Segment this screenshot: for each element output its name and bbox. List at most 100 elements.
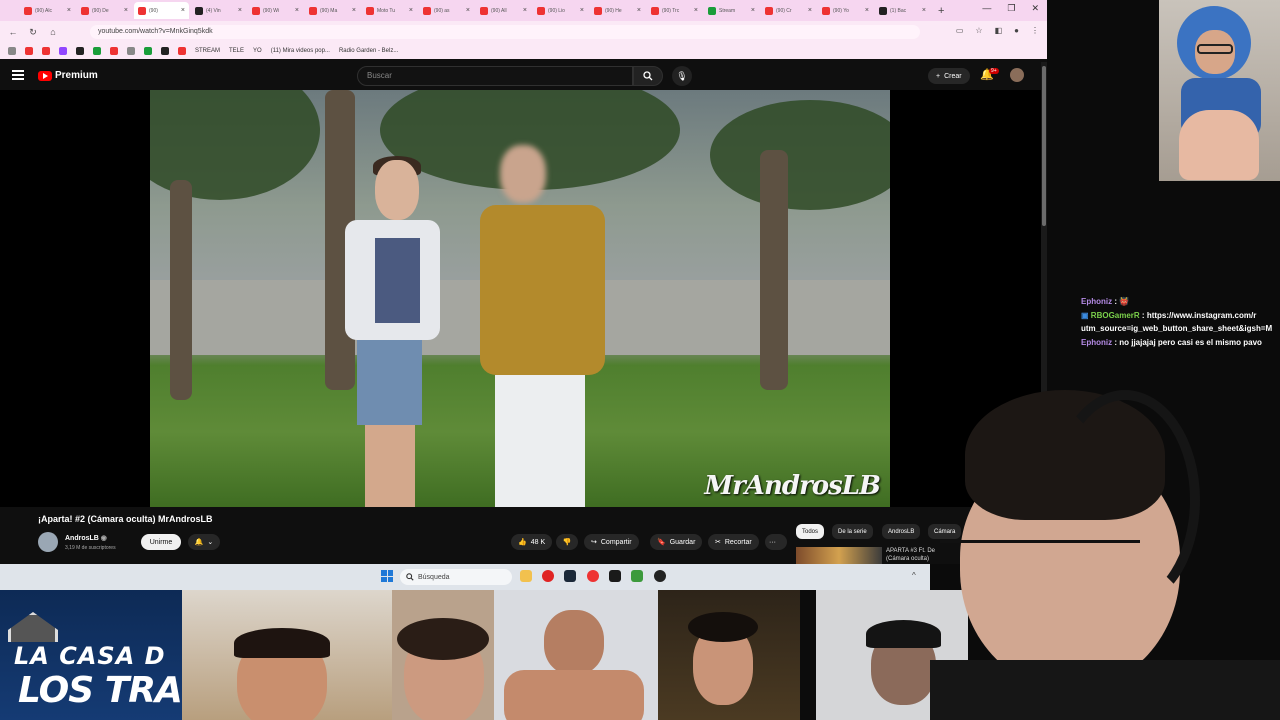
chip-channel[interactable]: AndrosLB bbox=[882, 524, 921, 539]
bookmark-favicon[interactable] bbox=[178, 47, 186, 55]
taskbar-search[interactable]: Búsqueda bbox=[400, 569, 512, 585]
tab-close-icon[interactable]: × bbox=[409, 7, 413, 14]
steam-icon[interactable] bbox=[564, 570, 576, 582]
browser-tab[interactable]: (90) Wi × bbox=[248, 2, 303, 19]
browser-tab[interactable]: (90) He × bbox=[590, 2, 645, 19]
subscription-bell-button[interactable]: 🔔 ⌄ bbox=[188, 534, 220, 550]
extension-icon[interactable]: ◧ bbox=[995, 26, 1003, 35]
back-icon[interactable]: ← bbox=[8, 27, 18, 37]
bookmark-star-icon[interactable]: ☆ bbox=[975, 26, 982, 35]
browser-tab[interactable]: Stream × bbox=[704, 2, 759, 19]
tab-close-icon[interactable]: × bbox=[922, 7, 926, 14]
minimize-button[interactable]: — bbox=[982, 3, 991, 14]
file-explorer-icon[interactable] bbox=[520, 570, 532, 582]
browser-tab[interactable]: (90) as × bbox=[419, 2, 474, 19]
browser-tab[interactable]: (90) De × bbox=[77, 2, 132, 19]
voice-search-button[interactable]: 🎙 bbox=[672, 66, 692, 86]
youtube-logo[interactable]: Premium bbox=[38, 70, 98, 81]
collage-banner-panel: LA CASA D LOS TRAVELO bbox=[0, 590, 182, 720]
browser-tab[interactable]: (90) All × bbox=[476, 2, 531, 19]
tab-close-icon[interactable]: × bbox=[808, 7, 812, 14]
page-scrollbar-thumb[interactable] bbox=[1042, 66, 1046, 226]
tab-close-icon[interactable]: × bbox=[637, 7, 641, 14]
account-avatar[interactable] bbox=[1010, 68, 1024, 82]
tab-close-icon[interactable]: × bbox=[352, 7, 356, 14]
tab-close-icon[interactable]: × bbox=[865, 7, 869, 14]
chip-all[interactable]: Todos bbox=[796, 524, 825, 539]
bookmark-radio-garden[interactable]: Radio Garden - Belz... bbox=[339, 48, 398, 54]
tab-close-icon[interactable]: × bbox=[466, 7, 470, 14]
create-button[interactable]: + Crear bbox=[928, 68, 970, 84]
clip-button[interactable]: ✂ Recortar bbox=[708, 534, 759, 550]
bookmark-favicon[interactable] bbox=[144, 47, 152, 55]
hamburger-menu-icon[interactable] bbox=[12, 70, 24, 80]
bookmark-favicon[interactable] bbox=[127, 47, 135, 55]
browser-tab[interactable]: (90) Yo × bbox=[818, 2, 873, 19]
channel-avatar[interactable] bbox=[38, 532, 58, 552]
like-button[interactable]: 👍 48 K bbox=[511, 534, 553, 550]
share-button[interactable]: ↪ Compartir bbox=[584, 534, 639, 550]
dislike-button[interactable]: 👎 bbox=[556, 534, 578, 550]
video-player[interactable]: MrAndrosLB bbox=[0, 90, 1047, 507]
tab-close-icon[interactable]: × bbox=[181, 7, 185, 14]
bookmark-favicon[interactable] bbox=[25, 47, 33, 55]
apps-icon[interactable] bbox=[8, 47, 16, 55]
join-button[interactable]: Unirme bbox=[141, 534, 181, 550]
bookmark-folder-tele[interactable]: TELE bbox=[229, 48, 244, 54]
tab-label: Stream bbox=[719, 7, 736, 14]
bookmark-favicon[interactable] bbox=[42, 47, 50, 55]
tab-close-icon[interactable]: × bbox=[238, 7, 242, 14]
obs-icon[interactable] bbox=[654, 570, 666, 582]
save-button[interactable]: 🔖 Guardar bbox=[650, 534, 703, 550]
tab-close-icon[interactable]: × bbox=[124, 7, 128, 14]
video-frame[interactable]: MrAndrosLB bbox=[150, 90, 890, 507]
channel-name[interactable]: AndrosLB ◉ bbox=[65, 534, 107, 542]
browser-tab[interactable]: (4) Vin × bbox=[191, 2, 246, 19]
tab-close-icon[interactable]: × bbox=[295, 7, 299, 14]
restore-button[interactable]: ❐ bbox=[1007, 3, 1015, 14]
close-window-button[interactable]: ✕ bbox=[1031, 3, 1039, 14]
tab-close-icon[interactable]: × bbox=[67, 7, 71, 14]
browser-tab[interactable]: (90) Trc × bbox=[647, 2, 702, 19]
cast-icon[interactable]: ▭ bbox=[956, 26, 964, 35]
bookmark-folder-yo[interactable]: YO bbox=[253, 48, 262, 54]
more-actions-button[interactable]: ··· bbox=[765, 534, 787, 550]
windows-start-icon[interactable] bbox=[381, 570, 393, 582]
tab-close-icon[interactable]: × bbox=[751, 7, 755, 14]
bookmark-favicon[interactable] bbox=[93, 47, 101, 55]
tab-close-icon[interactable]: × bbox=[523, 7, 527, 14]
browser-tab[interactable]: Moto Tu × bbox=[362, 2, 417, 19]
bookmark-favicon[interactable] bbox=[110, 47, 118, 55]
browser-tab[interactable]: (90) × bbox=[134, 2, 189, 19]
browser-tab[interactable]: (1) Bac × bbox=[875, 2, 930, 19]
recommended-thumbnail[interactable] bbox=[796, 547, 882, 564]
browser-tab[interactable]: (90) Alc × bbox=[20, 2, 75, 19]
new-tab-button[interactable]: + bbox=[938, 5, 944, 17]
home-icon[interactable]: ⌂ bbox=[48, 27, 58, 37]
browser-menu-icon[interactable]: ⋮ bbox=[1031, 26, 1039, 35]
browser-tab[interactable]: (90) Cr × bbox=[761, 2, 816, 19]
bookmark-favicon[interactable] bbox=[161, 47, 169, 55]
bookmark-favicon[interactable] bbox=[76, 47, 84, 55]
bookmark-x-link[interactable]: (11) Mira videos pop... bbox=[271, 48, 330, 54]
url-field[interactable]: youtube.com/watch?v=MnkGinq5kdk bbox=[90, 25, 920, 39]
browser-tab[interactable]: (90) Lio × bbox=[533, 2, 588, 19]
tab-close-icon[interactable]: × bbox=[694, 7, 698, 14]
browser-tab[interactable]: (90) Ma × bbox=[305, 2, 360, 19]
bookmark-folder-stream[interactable]: STREAM bbox=[195, 48, 220, 54]
search-button[interactable] bbox=[633, 66, 663, 86]
tray-chevron-icon[interactable]: ^ bbox=[912, 571, 916, 580]
recommended-title[interactable]: APARTA #3 Ft. De (Cámara oculta) bbox=[886, 547, 935, 563]
recorder-app-icon[interactable] bbox=[542, 570, 554, 582]
plus-icon: + bbox=[936, 72, 941, 80]
chrome-icon[interactable] bbox=[587, 570, 599, 582]
collage-panel-hospital bbox=[494, 590, 658, 720]
profile-icon[interactable]: ● bbox=[1014, 26, 1019, 35]
search-input[interactable]: Buscar bbox=[357, 66, 633, 86]
terminal-app-icon[interactable] bbox=[609, 570, 621, 582]
bookmark-favicon[interactable] bbox=[59, 47, 67, 55]
reload-icon[interactable]: ↻ bbox=[28, 27, 38, 38]
excel-icon[interactable] bbox=[631, 570, 643, 582]
chip-series[interactable]: De la serie bbox=[832, 524, 873, 539]
tab-close-icon[interactable]: × bbox=[580, 7, 584, 14]
